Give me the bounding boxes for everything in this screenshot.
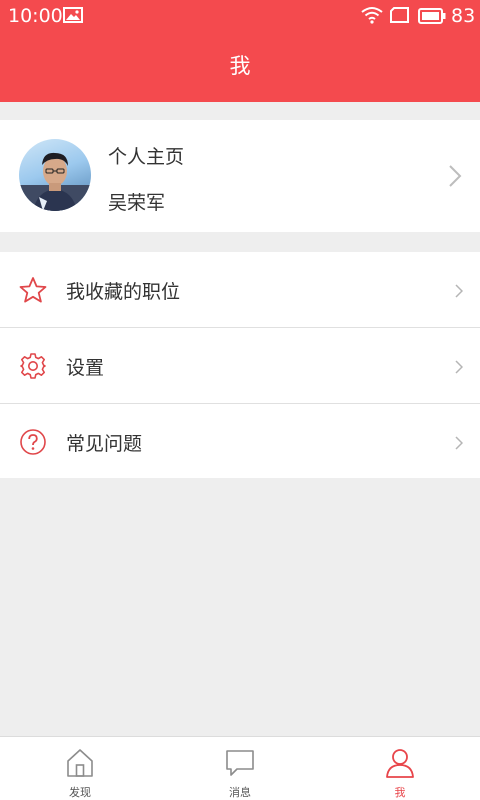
tab-messages[interactable]: 消息 <box>160 737 320 800</box>
tab-me[interactable]: 我 <box>320 737 480 800</box>
profile-homepage-label: 个人主页 <box>108 146 185 168</box>
tab-discover[interactable]: 发现 <box>0 737 160 800</box>
avatar[interactable] <box>19 139 91 211</box>
tab-label: 我 <box>394 786 406 799</box>
chevron-right-icon <box>455 435 464 454</box>
star-icon <box>19 276 47 308</box>
status-time: 10:00 <box>8 5 63 27</box>
menu-item-favorite-jobs[interactable]: 我收藏的职位 <box>0 252 480 327</box>
sim-icon <box>390 7 410 27</box>
page-title: 我 <box>229 54 251 78</box>
chevron-right-icon <box>455 283 464 302</box>
gear-icon <box>19 352 47 384</box>
chat-icon <box>224 747 256 783</box>
person-icon <box>384 747 416 783</box>
tab-label: 消息 <box>229 786 251 799</box>
battery-icon <box>418 8 446 28</box>
chevron-right-icon <box>448 164 462 192</box>
menu-item-label: 我收藏的职位 <box>66 281 181 303</box>
menu-item-settings[interactable]: 设置 <box>0 328 480 403</box>
profile-username: 吴荣军 <box>108 192 166 214</box>
profile-row[interactable]: 个人主页 吴荣军 <box>0 120 480 232</box>
image-icon <box>63 7 83 27</box>
tab-label: 发现 <box>69 786 91 799</box>
menu-item-faq[interactable]: 常见问题 <box>0 404 480 479</box>
battery-level: 83 <box>451 5 476 27</box>
question-icon <box>19 428 47 460</box>
settings-menu: 我收藏的职位 设置 常见问题 <box>0 252 480 478</box>
bottom-tab-bar: 发现 消息 我 <box>0 736 480 800</box>
menu-item-label: 设置 <box>66 357 105 379</box>
header-bar: 10:00 83 我 <box>0 0 480 102</box>
home-icon <box>64 747 96 783</box>
wifi-icon <box>361 6 383 28</box>
chevron-right-icon <box>455 359 464 378</box>
menu-item-label: 常见问题 <box>66 433 143 455</box>
status-bar: 10:00 83 <box>0 0 480 32</box>
